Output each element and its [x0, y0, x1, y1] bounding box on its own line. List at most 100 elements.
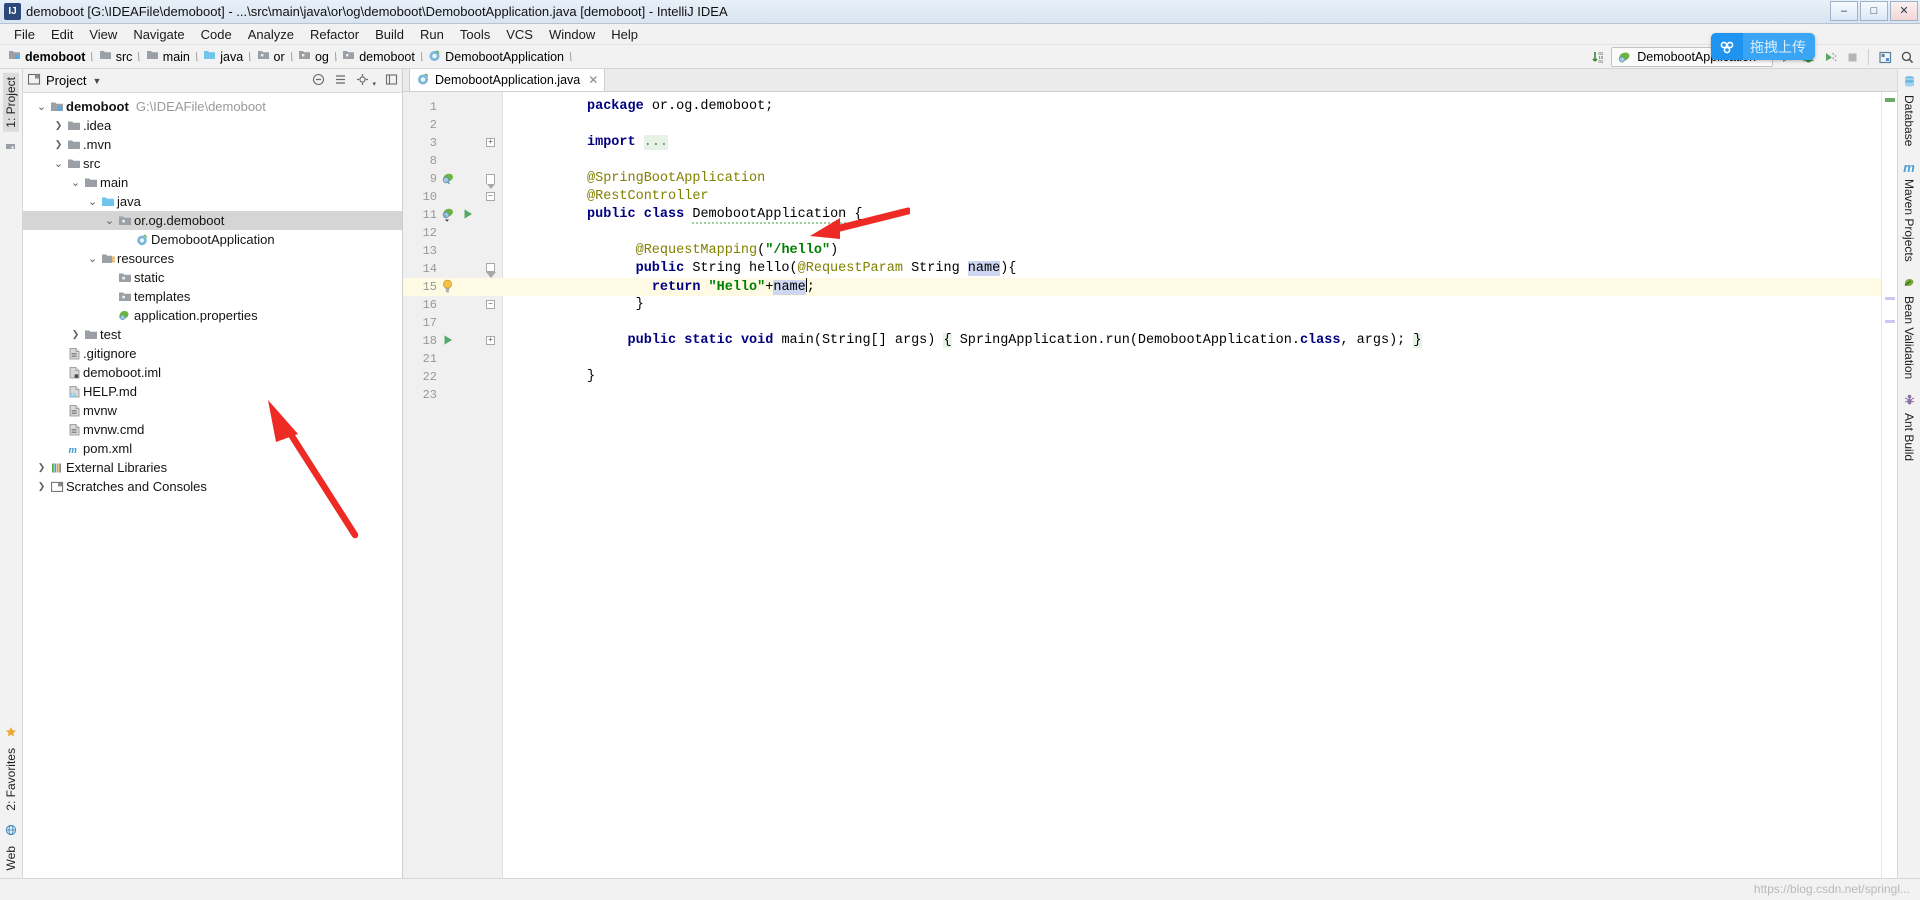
tool-button-maven-projects[interactable]: m Maven Projects [1902, 160, 1916, 262]
tree-item--idea[interactable]: ❯ .idea [23, 116, 402, 135]
breadcrumb-demoboot[interactable]: demoboot [6, 46, 87, 68]
tree-item-help-md[interactable]: MD HELP.md [23, 382, 402, 401]
tree-item--gitignore[interactable]: .gitignore [23, 344, 402, 363]
tree-item-templates[interactable]: templates [23, 287, 402, 306]
close-button[interactable]: ✕ [1890, 1, 1918, 21]
tool-button-bean-validation[interactable]: Bean Validation [1902, 276, 1916, 379]
database-icon [1903, 75, 1916, 91]
run-with-coverage-button[interactable] [1821, 48, 1839, 66]
project-tree[interactable]: ⌄ demoboot G:\IDEAFile\demoboot ❯ .idea ❯ .mvn… [23, 93, 402, 878]
fold-expand-icon[interactable]: + [486, 138, 495, 147]
stop-button[interactable] [1843, 48, 1861, 66]
hide-panel-button[interactable] [385, 73, 398, 89]
fold-expand-icon[interactable]: + [486, 336, 495, 345]
breadcrumb-java[interactable]: java [201, 46, 245, 68]
tree-item-src[interactable]: ⌄ src [23, 154, 402, 173]
tree-item-application-properties[interactable]: application.properties [23, 306, 402, 325]
chevron-right-icon[interactable]: ❯ [35, 481, 48, 492]
menu-item-view[interactable]: View [81, 24, 125, 45]
gear-icon[interactable]: ▾ [356, 73, 376, 89]
chevron-right-icon[interactable]: ❯ [52, 120, 65, 131]
close-icon[interactable]: ✕ [588, 73, 598, 87]
tool-button-favorites[interactable]: 2: Favorites [3, 744, 19, 815]
lightbulb-icon[interactable] [441, 279, 454, 297]
chevron-right-icon[interactable]: ❯ [35, 462, 48, 473]
menu-item-file[interactable]: File [6, 24, 43, 45]
tree-item-external-libraries[interactable]: ❯ External Libraries [23, 458, 402, 477]
breadcrumb-class[interactable]: DemobootApplication [426, 46, 566, 68]
chevron-down-icon[interactable]: ▼ [92, 76, 101, 86]
breadcrumb-demoboot-package[interactable]: demoboot [340, 46, 417, 68]
tree-item-mvnw[interactable]: mvnw [23, 401, 402, 420]
chevron-down-icon[interactable]: ⌄ [52, 158, 65, 169]
collapse-all-button[interactable] [312, 73, 325, 89]
project-panel-title: Project [46, 73, 87, 88]
breadcrumb-og[interactable]: og [296, 46, 331, 68]
spring-properties-icon [116, 309, 134, 323]
minimize-button[interactable]: – [1830, 1, 1858, 21]
tree-item-static[interactable]: static [23, 268, 402, 287]
chevron-down-icon[interactable]: ⌄ [86, 253, 99, 264]
tree-item-or-og-demoboot[interactable]: ⌄ or.og.demoboot [23, 211, 402, 230]
run-triangle-icon[interactable] [441, 333, 455, 350]
structure-icon[interactable] [5, 138, 17, 153]
menu-item-build[interactable]: Build [367, 24, 412, 45]
chevron-down-icon[interactable]: ⌄ [35, 101, 48, 112]
chevron-down-icon[interactable]: ⌄ [86, 196, 99, 207]
menu-item-navigate[interactable]: Navigate [125, 24, 192, 45]
chevron-down-icon[interactable]: ⌄ [103, 215, 116, 226]
breadcrumb-src[interactable]: src [97, 46, 135, 68]
tree-item-label: templates [134, 289, 191, 304]
menu-item-vcs[interactable]: VCS [498, 24, 541, 45]
fold-collapse-icon[interactable]: − [486, 192, 495, 201]
code-line: public class DemobootApplication { [587, 207, 863, 224]
code-text-area[interactable]: package or.og.demoboot; import ... @Spring… [503, 92, 1881, 878]
project-structure-button[interactable] [1876, 48, 1894, 66]
sort-alphabetically-icon[interactable]: 01 10 01 [1589, 48, 1607, 66]
spring-bean-icon[interactable] [441, 171, 456, 189]
tool-button-database[interactable]: Database [1902, 75, 1916, 146]
tree-item-demoboot[interactable]: ⌄ demoboot G:\IDEAFile\demoboot [23, 97, 402, 116]
menu-item-help[interactable]: Help [603, 24, 646, 45]
chevron-right-icon[interactable]: ❯ [69, 329, 82, 340]
tree-item-demoboot-iml[interactable]: demoboot.iml [23, 363, 402, 382]
menu-item-edit[interactable]: Edit [43, 24, 81, 45]
tree-item--mvn[interactable]: ❯ .mvn [23, 135, 402, 154]
menu-item-window[interactable]: Window [541, 24, 603, 45]
spring-controller-icon[interactable]: c [441, 207, 456, 226]
tree-item-scratches-and-consoles[interactable]: ❯ Scratches and Consoles [23, 477, 402, 496]
tree-item-test[interactable]: ❯ test [23, 325, 402, 344]
fold-region-start-icon[interactable] [486, 174, 495, 189]
fold-region-end-icon[interactable] [486, 263, 496, 278]
tree-item-resources[interactable]: ⌄ resources [23, 249, 402, 268]
menu-item-code[interactable]: Code [193, 24, 240, 45]
menu-item-refactor[interactable]: Refactor [302, 24, 367, 45]
tool-button-ant-build[interactable]: Ant Build [1902, 393, 1916, 461]
tree-item-main[interactable]: ⌄ main [23, 173, 402, 192]
tool-button-project[interactable]: 1: Project [3, 73, 19, 132]
source-folder-icon [203, 49, 216, 64]
editor-marker-bar[interactable] [1881, 92, 1897, 878]
menu-item-run[interactable]: Run [412, 24, 452, 45]
editor-tab-demobootapplication[interactable]: DemobootApplication.java ✕ [409, 68, 606, 91]
menu-item-analyze[interactable]: Analyze [240, 24, 302, 45]
expand-collapse-button[interactable] [334, 73, 347, 89]
breadcrumb-or[interactable]: or [255, 46, 287, 68]
breadcrumb-separator: \ [288, 49, 295, 64]
tree-item-pom-xml[interactable]: m pom.xml [23, 439, 402, 458]
menu-item-tools[interactable]: Tools [452, 24, 498, 45]
search-everywhere-button[interactable] [1898, 48, 1916, 66]
chevron-down-icon[interactable]: ⌄ [69, 177, 82, 188]
line-number: 2 [429, 118, 437, 132]
chevron-right-icon[interactable]: ❯ [52, 139, 65, 150]
maximize-button[interactable]: □ [1860, 1, 1888, 21]
fold-collapse-icon[interactable]: − [486, 300, 495, 309]
breadcrumb-main[interactable]: main [144, 46, 192, 68]
editor-gutter[interactable]: 1 2 3 +8 9 10−11 c 12 13 14 15 16−17 18 +21 22 23 [403, 92, 503, 878]
tree-item-demobootapplication[interactable]: DemobootApplication [23, 230, 402, 249]
run-triangle-icon[interactable] [461, 207, 475, 224]
tool-button-web[interactable]: Web [3, 842, 19, 874]
drag-upload-badge[interactable]: 拖拽上传 [1711, 33, 1815, 60]
tree-item-java[interactable]: ⌄ java [23, 192, 402, 211]
tree-item-mvnw-cmd[interactable]: mvnw.cmd [23, 420, 402, 439]
